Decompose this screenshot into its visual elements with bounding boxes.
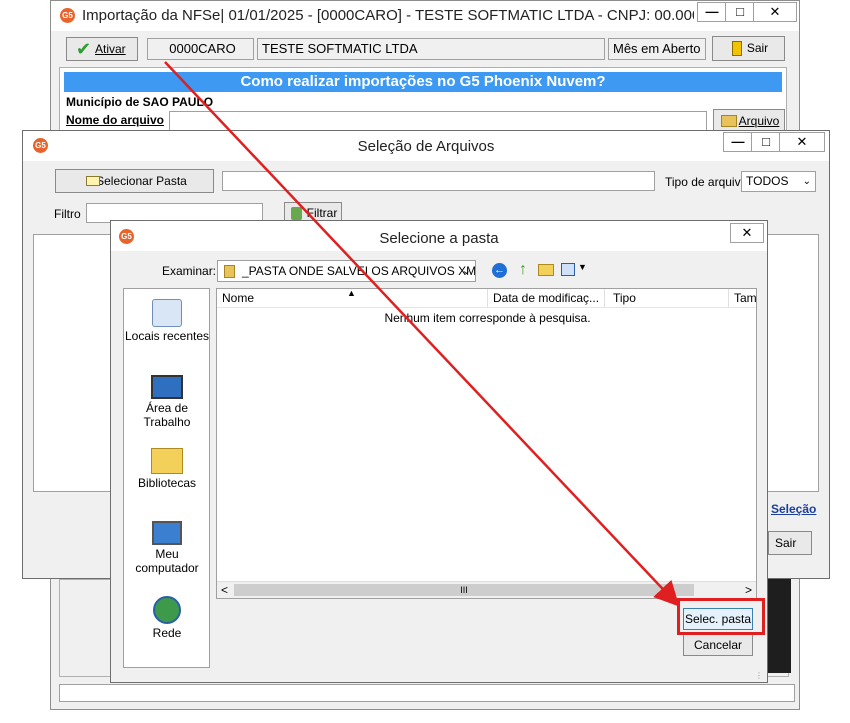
main-content-panel: Como realizar importações no G5 Phoenix … — [59, 67, 787, 133]
tipo-arquivo-label: Tipo de arquivo — [665, 175, 748, 189]
view-menu-icon[interactable]: ▼ — [561, 262, 587, 278]
filter-icon — [291, 207, 302, 220]
folder-yellow-icon — [224, 265, 235, 278]
selecao-title: Seleção de Arquivos — [357, 138, 495, 155]
selecao-link[interactable]: Seleção — [771, 502, 816, 516]
selecao-sair-label: Sair — [775, 536, 797, 550]
scroll-thumb[interactable]: III — [234, 584, 694, 596]
selecao-titlebar: G5 Seleção de Arquivos — □ ✕ — [23, 131, 829, 161]
recent-places-icon — [152, 299, 182, 327]
sair-main-button[interactable]: Sair — [712, 36, 785, 61]
filtrar-label: Filtrar — [306, 206, 338, 220]
place-computer-label: Meu computador — [135, 547, 199, 575]
place-desktop-label: Área de Trabalho — [143, 401, 191, 429]
places-bar: Locais recentes Área de Trabalho Bibliot… — [123, 288, 210, 668]
file-list-header: Nome ▲ Data de modificaç... Tipo Tam — [217, 288, 756, 308]
maximize-button[interactable]: □ — [725, 2, 755, 22]
examinar-chevron-icon: ⌄ — [461, 265, 471, 277]
main-status-bar — [59, 684, 795, 702]
main-window-title: Importação da NFSe| 01/01/2025 - [0000CA… — [82, 7, 694, 24]
desktop-icon — [151, 375, 183, 399]
arquivo-label: Arquivo — [738, 114, 780, 128]
up-folder-icon[interactable]: ↑ — [515, 261, 531, 279]
folder-dialog-title: Selecione a pasta — [379, 230, 499, 247]
column-date[interactable]: Data de modificaç... — [488, 289, 605, 307]
annotation-highlight-box — [677, 598, 765, 635]
place-network-label: Rede — [152, 626, 182, 640]
status-field: Mês em Aberto — [608, 38, 706, 60]
chevron-down-icon: ⌄ — [802, 176, 811, 187]
folder-dialog-titlebar: G5 Selecione a pasta ✕ — [111, 221, 767, 251]
selecao-minimize-button[interactable]: — — [723, 132, 753, 152]
place-network[interactable]: Rede — [124, 596, 210, 640]
selecao-sair-button[interactable]: Sair — [768, 531, 812, 555]
selecao-close-button[interactable]: ✕ — [779, 132, 825, 152]
tipo-arquivo-value: TODOS — [746, 174, 789, 188]
folder-dialog: G5 Selecione a pasta ✕ Examinar: _PASTA … — [110, 220, 768, 683]
selecionar-pasta-button[interactable]: Selecionar Pasta — [55, 169, 214, 193]
scroll-left-icon[interactable]: < — [221, 583, 228, 597]
computer-icon — [152, 521, 182, 545]
main-titlebar: G5 Importação da NFSe| 01/01/2025 - [000… — [51, 1, 799, 31]
place-libraries-label: Bibliotecas — [137, 476, 197, 490]
help-banner[interactable]: Como realizar importações no G5 Phoenix … — [64, 72, 782, 92]
network-icon — [153, 596, 181, 624]
municipio-label: Município de SAO PAULO — [66, 95, 214, 109]
app-logo-icon: G5 — [60, 8, 75, 23]
ativar-label: Ativar — [95, 42, 126, 56]
libraries-icon — [151, 448, 183, 474]
minimize-button[interactable]: — — [697, 2, 727, 22]
company-code-field: 0000CARO — [147, 38, 254, 60]
nome-arquivo-label: Nome do arquivo — [66, 113, 165, 127]
new-folder-icon[interactable] — [538, 264, 554, 276]
folder-dialog-close-button[interactable]: ✕ — [730, 223, 764, 243]
empty-message: Nenhum item corresponde à pesquisa. — [384, 311, 591, 325]
place-recent-label: Locais recentes — [124, 329, 210, 343]
place-computer[interactable]: Meu computador — [124, 521, 210, 575]
file-list[interactable]: Nome ▲ Data de modificaç... Tipo Tam Nen… — [216, 288, 757, 599]
sair-main-label: Sair — [746, 41, 769, 55]
column-type[interactable]: Tipo — [608, 289, 729, 307]
selecao-maximize-button[interactable]: □ — [751, 132, 781, 152]
pasta-path-input[interactable] — [222, 171, 655, 191]
place-desktop[interactable]: Área de Trabalho — [124, 375, 210, 429]
examinar-label: Examinar: — [162, 264, 217, 278]
resize-grip-icon[interactable]: ⋮ — [755, 671, 763, 680]
main-dark-strip — [765, 579, 791, 673]
open-folder-icon — [721, 115, 737, 127]
place-libraries[interactable]: Bibliotecas — [124, 448, 210, 490]
selecionar-pasta-label: Selecionar Pasta — [96, 174, 187, 188]
ativar-button[interactable]: ✔ Ativar — [66, 37, 138, 61]
sort-up-icon: ▲ — [347, 288, 356, 298]
place-recent[interactable]: Locais recentes — [124, 299, 210, 343]
folder-icon — [86, 176, 100, 186]
company-name-field: TESTE SOFTMATIC LTDA — [257, 38, 605, 60]
examinar-value: _PASTA ONDE SALVEI OS ARQUIVOS XML — [242, 264, 476, 278]
back-icon[interactable]: ← — [492, 263, 507, 278]
column-size[interactable]: Tam — [729, 289, 756, 307]
cancelar-button[interactable]: Cancelar — [683, 634, 753, 656]
scroll-right-icon[interactable]: > — [745, 583, 752, 597]
check-icon: ✔ — [76, 39, 92, 59]
close-button[interactable]: ✕ — [753, 2, 797, 22]
exit-door-icon — [732, 41, 742, 56]
tipo-arquivo-select[interactable]: TODOS ⌄ — [741, 171, 816, 192]
nome-arquivo-input[interactable] — [169, 111, 707, 131]
horizontal-scrollbar[interactable]: < III > — [217, 581, 756, 598]
examinar-select[interactable]: _PASTA ONDE SALVEI OS ARQUIVOS XML ⌄ — [217, 260, 476, 282]
filtro-label: Filtro — [54, 207, 81, 221]
cancelar-label: Cancelar — [693, 638, 743, 652]
